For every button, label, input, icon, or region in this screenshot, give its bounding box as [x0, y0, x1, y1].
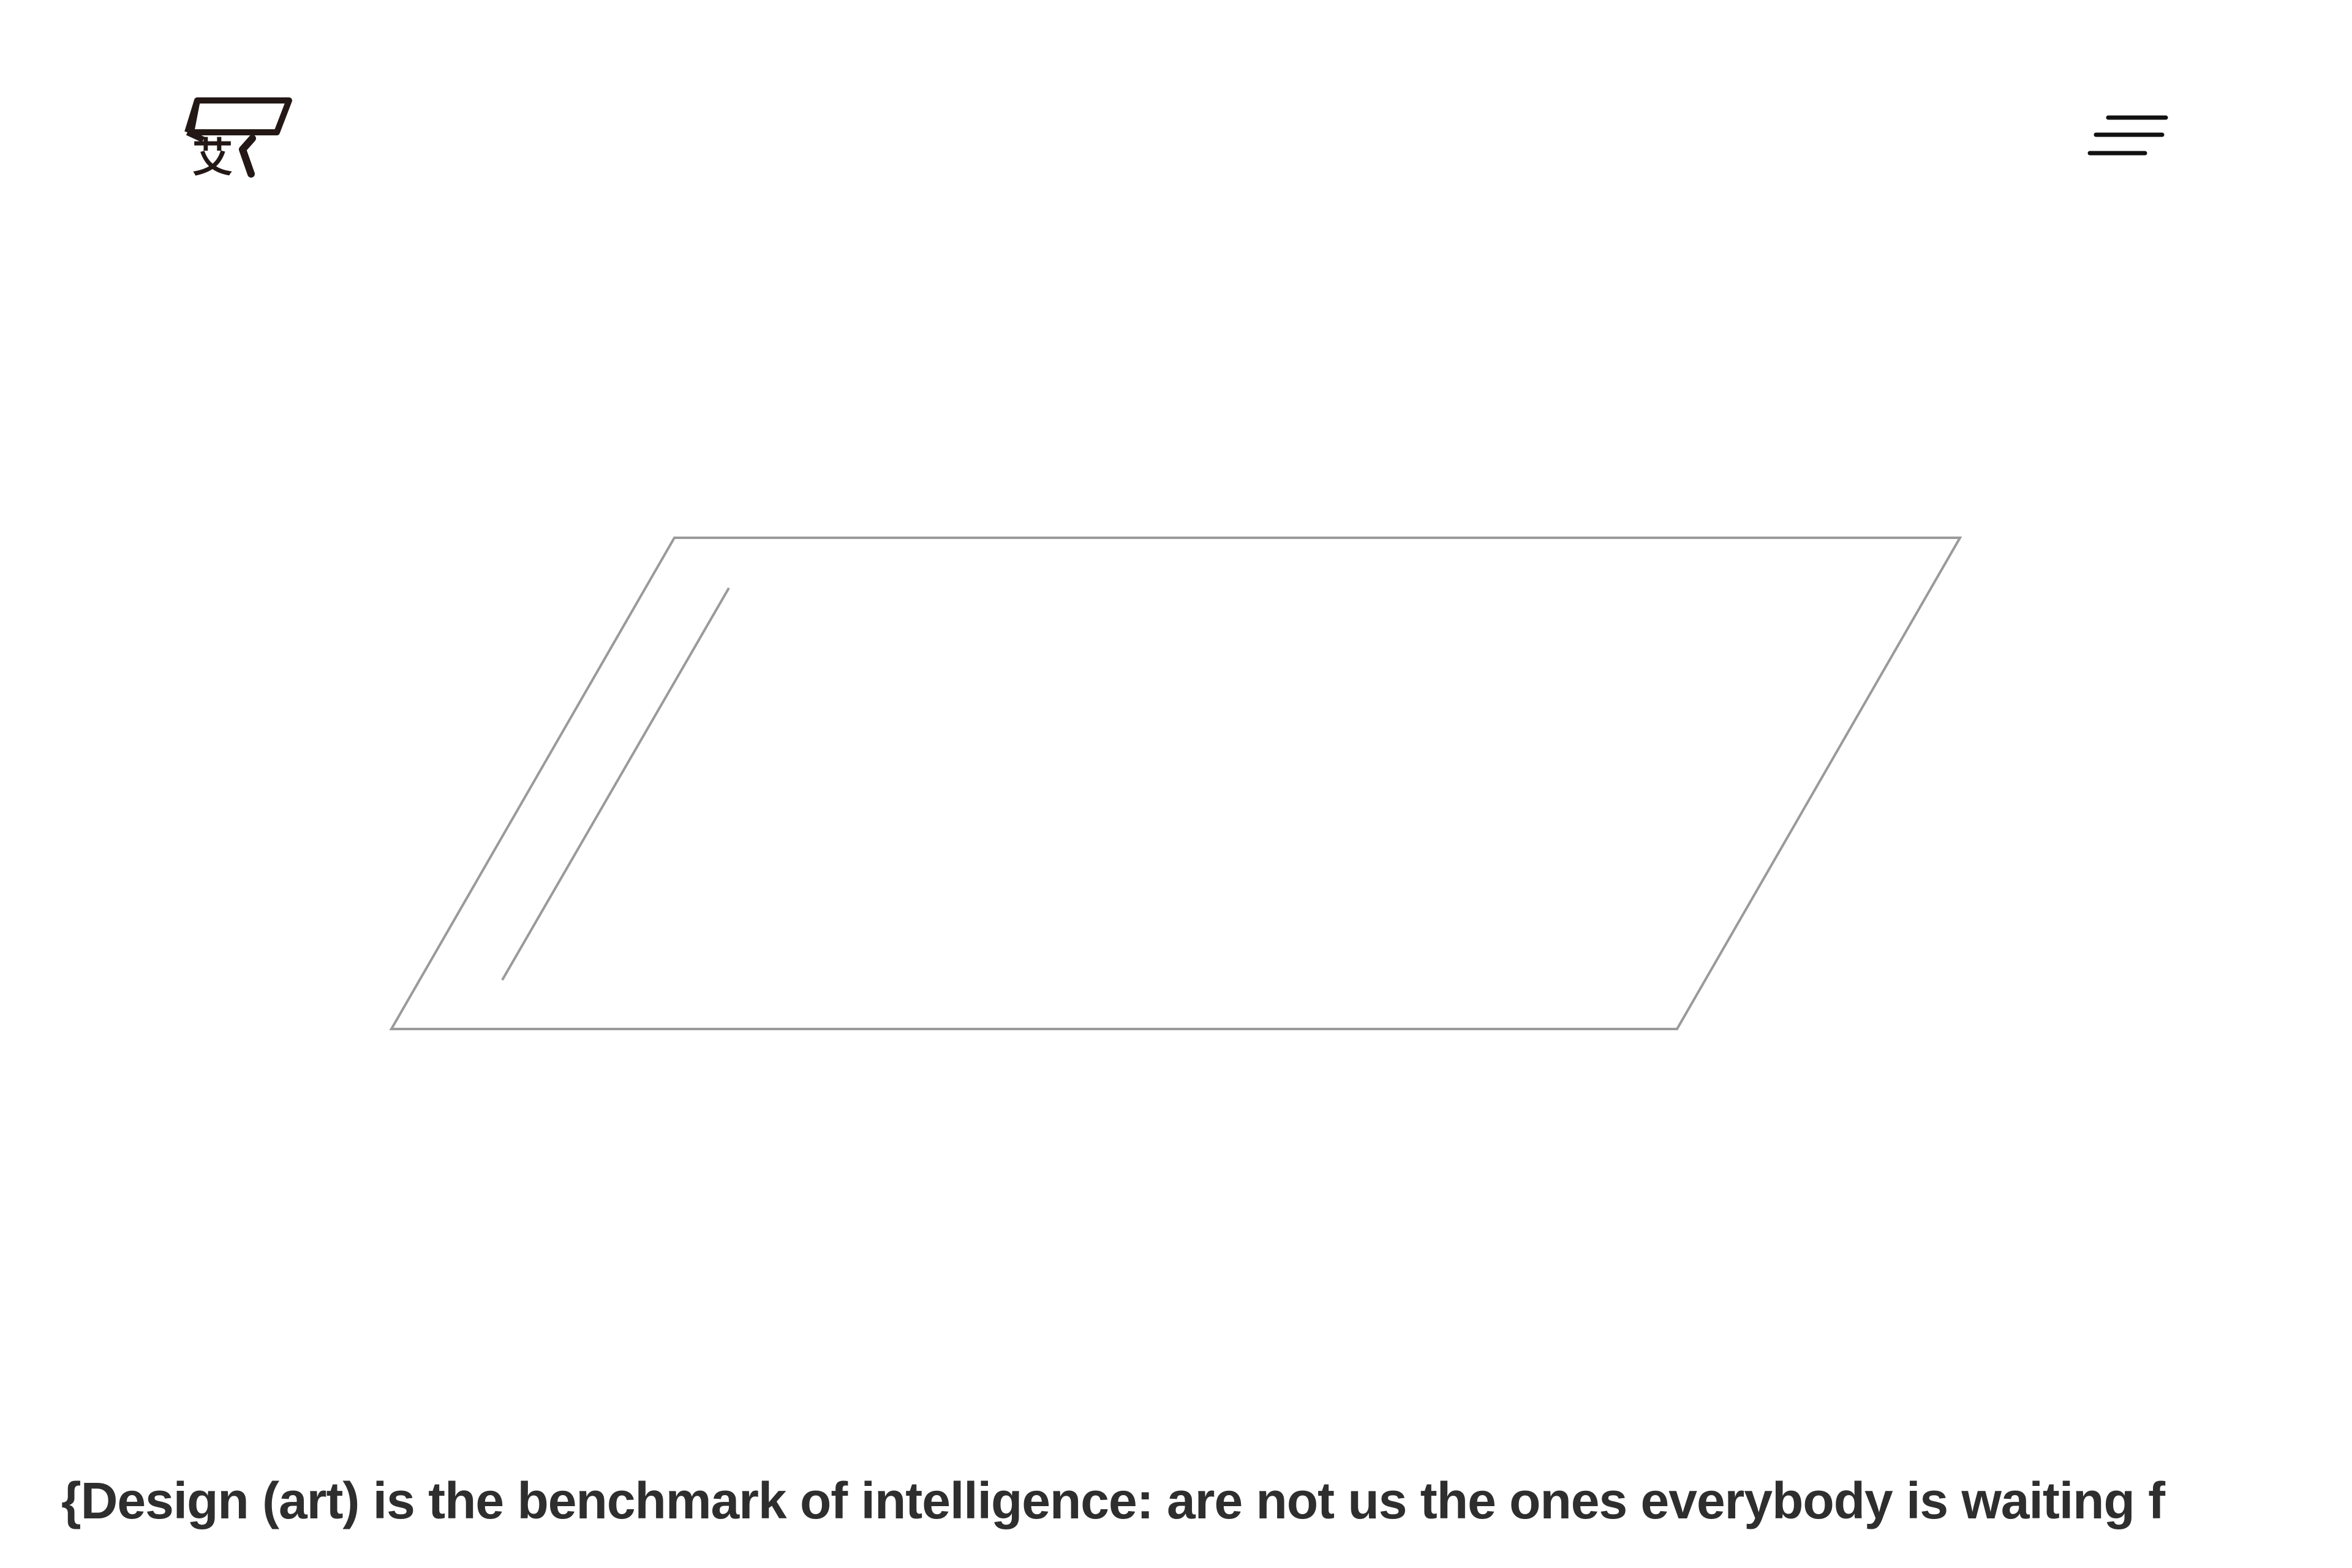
tagline-text: {Design (art) is the benchmark of intell…: [61, 1472, 2165, 1529]
hero-parallelogram: [389, 537, 1962, 1030]
hamburger-menu-icon: [2087, 115, 2168, 156]
tagline-marquee: {Design (art) is the benchmark of intell…: [0, 1458, 2352, 1544]
parallelogram-outline: [389, 537, 1962, 1030]
logo-glyph: 艾: [192, 134, 233, 179]
menu-button[interactable]: [2082, 109, 2174, 164]
parallelogram-inner-line: [501, 587, 730, 981]
logo-mark-icon: 艾: [184, 97, 292, 179]
site-logo[interactable]: 艾: [179, 96, 295, 179]
